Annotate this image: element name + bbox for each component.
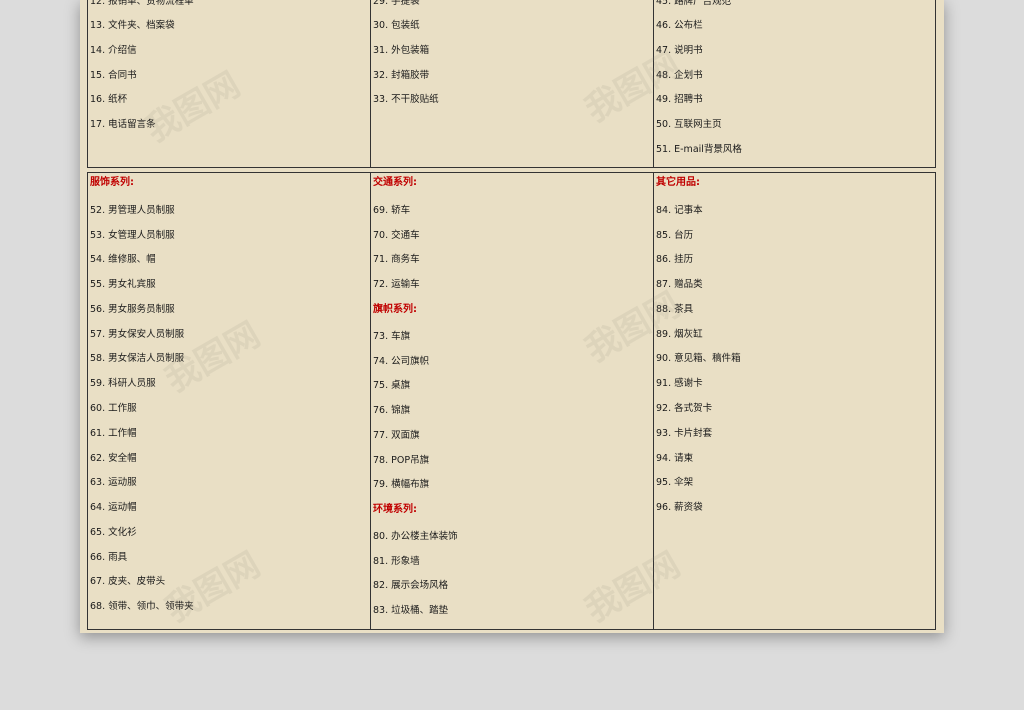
list-item: 12. 报销单、货物流程单 [90, 0, 194, 7]
list-item: 94. 请柬 [656, 453, 694, 464]
list-item: 91. 感谢卡 [656, 378, 703, 389]
list-item: 51. E-mail背景风格 [656, 144, 742, 155]
list-item: 96. 薪资袋 [656, 502, 703, 513]
list-item: 71. 商务车 [373, 254, 420, 265]
list-item: 78. POP吊旗 [373, 455, 430, 466]
items-table: 12. 报销单、货物流程单 13. 文件夹、档案袋 14. 介绍信 15. 合同… [87, 0, 936, 630]
list-item: 80. 办公楼主体装饰 [373, 531, 458, 542]
list-item: 60. 工作服 [90, 403, 137, 414]
list-item: 61. 工作帽 [90, 428, 137, 439]
document-page: 12. 报销单、货物流程单 13. 文件夹、档案袋 14. 介绍信 15. 合同… [80, 0, 944, 633]
list-item: 95. 伞架 [656, 477, 694, 488]
list-item: 92. 各式贺卡 [656, 403, 713, 414]
list-item: 81. 形象墙 [373, 556, 420, 567]
section-heading-clothing: 服饰系列: [90, 177, 134, 188]
list-item: 90. 意见箱、稿件箱 [656, 353, 741, 364]
table-row-top: 12. 报销单、货物流程单 13. 文件夹、档案袋 14. 介绍信 15. 合同… [87, 0, 936, 168]
list-item: 52. 男管理人员制服 [90, 205, 175, 216]
list-item: 13. 文件夹、档案袋 [90, 20, 175, 31]
list-item: 56. 男女服务员制服 [90, 304, 175, 315]
list-item: 54. 维修服、帽 [90, 254, 156, 265]
list-item: 66. 雨具 [90, 552, 128, 563]
list-item: 62. 安全帽 [90, 453, 137, 464]
top-column-3: 45. 路牌广告规范 46. 公布栏 47. 说明书 48. 企划书 49. 招… [653, 0, 936, 167]
section-heading-flags: 旗帜系列: [373, 304, 417, 315]
list-item: 77. 双面旗 [373, 430, 420, 441]
list-item: 72. 运输车 [373, 279, 420, 290]
list-item: 88. 茶具 [656, 304, 694, 315]
list-item: 93. 卡片封套 [656, 428, 713, 439]
list-item: 76. 锦旗 [373, 405, 411, 416]
list-item: 32. 封箱胶带 [373, 70, 430, 81]
table-row-bottom: 服饰系列: 52. 男管理人员制服 53. 女管理人员制服 54. 维修服、帽 … [87, 172, 936, 630]
list-item: 65. 文化衫 [90, 527, 137, 538]
list-item: 46. 公布栏 [656, 20, 703, 31]
list-item: 70. 交通车 [373, 230, 420, 241]
list-item: 82. 展示会场风格 [373, 580, 449, 591]
top-column-1: 12. 报销单、货物流程单 13. 文件夹、档案袋 14. 介绍信 15. 合同… [88, 0, 370, 167]
list-item: 59. 科研人员服 [90, 378, 156, 389]
list-item: 58. 男女保洁人员制服 [90, 353, 185, 364]
list-item: 75. 桌旗 [373, 380, 411, 391]
list-item: 87. 赠品类 [656, 279, 703, 290]
top-column-2: 29. 手提袋 30. 包装纸 31. 外包装箱 32. 封箱胶带 33. 不干… [370, 0, 654, 167]
list-item: 68. 领带、领巾、领带夹 [90, 601, 194, 612]
list-item: 83. 垃圾桶、踏垫 [373, 605, 449, 616]
list-item: 85. 台历 [656, 230, 694, 241]
list-item: 73. 车旗 [373, 331, 411, 342]
list-item: 49. 招聘书 [656, 94, 703, 105]
list-item: 50. 互联网主页 [656, 119, 722, 130]
list-item: 45. 路牌广告规范 [656, 0, 732, 7]
list-item: 69. 轿车 [373, 205, 411, 216]
list-item: 55. 男女礼宾服 [90, 279, 156, 290]
list-item: 29. 手提袋 [373, 0, 420, 7]
list-item: 84. 记事本 [656, 205, 703, 216]
list-item: 79. 横幅布旗 [373, 479, 430, 490]
list-item: 17. 电话留言条 [90, 119, 156, 130]
traffic-flag-env-column: 交通系列: 69. 轿车 70. 交通车 71. 商务车 72. 运输车 旗帜系… [370, 173, 654, 629]
list-item: 31. 外包装箱 [373, 45, 430, 56]
section-heading-environment: 环境系列: [373, 504, 417, 515]
list-item: 57. 男女保安人员制服 [90, 329, 185, 340]
list-item: 47. 说明书 [656, 45, 703, 56]
list-item: 89. 烟灰缸 [656, 329, 703, 340]
list-item: 48. 企划书 [656, 70, 703, 81]
list-item: 14. 介绍信 [90, 45, 137, 56]
list-item: 30. 包装纸 [373, 20, 420, 31]
section-heading-traffic: 交通系列: [373, 177, 417, 188]
section-heading-other: 其它用品: [656, 177, 700, 188]
clothing-column: 服饰系列: 52. 男管理人员制服 53. 女管理人员制服 54. 维修服、帽 … [88, 173, 370, 629]
list-item: 86. 挂历 [656, 254, 694, 265]
list-item: 74. 公司旗帜 [373, 356, 430, 367]
list-item: 15. 合同书 [90, 70, 137, 81]
list-item: 53. 女管理人员制服 [90, 230, 175, 241]
list-item: 64. 运动帽 [90, 502, 137, 513]
list-item: 16. 纸杯 [90, 94, 128, 105]
list-item: 63. 运动服 [90, 477, 137, 488]
list-item: 33. 不干胶贴纸 [373, 94, 439, 105]
other-items-column: 其它用品: 84. 记事本 85. 台历 86. 挂历 87. 赠品类 88. … [653, 173, 936, 629]
list-item: 67. 皮夹、皮带头 [90, 576, 166, 587]
